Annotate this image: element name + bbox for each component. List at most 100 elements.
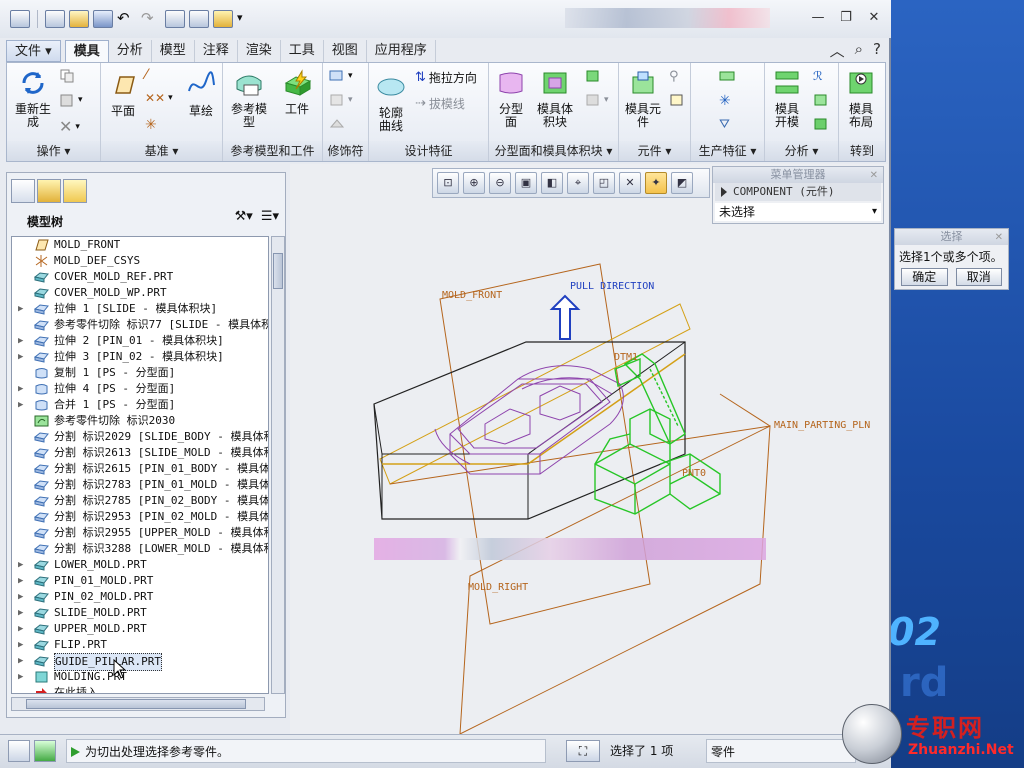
component-tool-2[interactable] xyxy=(669,93,685,107)
customize-icon[interactable]: ▾ xyxy=(237,10,257,28)
tree-item[interactable]: 分割 标识2785 [PIN_02_BODY - 模具体积 xyxy=(12,493,268,509)
tab-model[interactable]: 模型 xyxy=(152,40,195,62)
undo-icon[interactable]: ↶ xyxy=(117,10,137,28)
folder-browser-tab-icon[interactable] xyxy=(37,179,61,203)
repaint-icon[interactable]: ▣ xyxy=(515,172,537,194)
tree-item[interactable]: ▶ 拉伸 2 [PIN_01 - 模具体积块] xyxy=(12,333,268,349)
tree-item[interactable]: ▶ LOWER_MOLD.PRT xyxy=(12,557,268,573)
cancel-button[interactable]: 取消 xyxy=(955,268,1002,286)
csys-button[interactable]: ✳ xyxy=(145,117,157,133)
expand-arrow-icon[interactable]: ▶ xyxy=(18,605,28,621)
expand-arrow-icon[interactable]: ▶ xyxy=(18,669,28,685)
mold-component-button[interactable]: 模具元 件 xyxy=(621,69,665,129)
regenerate-button[interactable]: 重新生 成 xyxy=(11,69,55,129)
plane-button[interactable]: 平面 xyxy=(103,71,143,118)
group-label-production[interactable]: 生产特征 ▾ xyxy=(691,141,764,161)
close-button[interactable]: ✕ xyxy=(867,10,881,25)
tree-item[interactable]: MOLD_DEF_CSYS xyxy=(12,253,268,269)
expand-arrow-icon[interactable]: ▶ xyxy=(18,381,28,397)
graphics-window[interactable]: MOLD_FRONT PULL DIRECTION DTM1 MAIN_PART… xyxy=(290,164,888,734)
tree-item[interactable]: ▶ SLIDE_MOLD.PRT xyxy=(12,605,268,621)
group-label-components[interactable]: 元件 ▾ xyxy=(619,141,690,161)
expand-arrow-icon[interactable]: ▶ xyxy=(18,333,28,349)
expand-arrow-icon[interactable]: ▶ xyxy=(18,349,28,365)
tree-item[interactable]: 复制 1 [PS - 分型面] xyxy=(12,365,268,381)
tree-item[interactable]: COVER_MOLD_WP.PRT xyxy=(12,285,268,301)
tree-item[interactable]: 分割 标识2615 [PIN_01_BODY - 模具体积 xyxy=(12,461,268,477)
tab-render[interactable]: 渲染 xyxy=(238,40,281,62)
ok-button[interactable]: 确定 xyxy=(901,268,948,286)
favorites-tab-icon[interactable] xyxy=(63,179,87,203)
spin-center-icon[interactable]: ✦ xyxy=(645,172,667,194)
windows-icon[interactable] xyxy=(189,10,209,28)
expand-arrow-icon[interactable]: ▶ xyxy=(18,557,28,573)
tree-item[interactable]: ▶ MOLDING.PRT xyxy=(12,669,268,685)
expand-arrow-icon[interactable]: ▶ xyxy=(18,589,28,605)
tab-applications[interactable]: 应用程序 xyxy=(367,40,436,62)
group-label-design-features[interactable]: 设计特征 xyxy=(369,141,488,161)
delete-button[interactable]: ✕ ▾ xyxy=(59,117,80,136)
expand-arrow-icon[interactable]: ▶ xyxy=(18,301,28,317)
production-tool-1[interactable] xyxy=(719,69,735,83)
tree-item[interactable]: MOLD_FRONT xyxy=(12,237,268,253)
browser-toggle-icon[interactable] xyxy=(34,740,56,762)
tree-item[interactable]: 分割 标识2029 [SLIDE_BODY - 模具体积 xyxy=(12,429,268,445)
tree-item[interactable]: ▶ 拉伸 3 [PIN_02 - 模具体积块] xyxy=(12,349,268,365)
saved-orientations-icon[interactable]: ⌖ xyxy=(567,172,589,194)
display-style-icon[interactable]: ◧ xyxy=(541,172,563,194)
tree-item[interactable]: COVER_MOLD_REF.PRT xyxy=(12,269,268,285)
tree-item[interactable]: 分割 标识2613 [SLIDE_MOLD - 模具体积 xyxy=(12,445,268,461)
group-label-modifiers[interactable]: 修饰符 xyxy=(323,141,368,161)
save-icon[interactable] xyxy=(93,10,113,28)
expand-arrow-icon[interactable]: ▶ xyxy=(18,653,28,669)
draft-line-button[interactable]: ⇢ 拔模线 xyxy=(415,95,465,112)
analysis-tool-2[interactable] xyxy=(813,93,829,107)
expand-arrow-icon[interactable]: ▶ xyxy=(18,621,28,637)
production-tool-2[interactable]: ✳ xyxy=(719,93,731,109)
new-icon[interactable] xyxy=(45,10,65,28)
mold-model-view[interactable]: MOLD_FRONT PULL DIRECTION DTM1 MAIN_PART… xyxy=(290,164,888,734)
tab-annotate[interactable]: 注释 xyxy=(195,40,238,62)
tree-item[interactable]: 在此插入 xyxy=(12,685,268,693)
copy-button[interactable] xyxy=(59,69,75,83)
modifier-button-1[interactable]: ▾ xyxy=(329,69,353,83)
zoom-in-icon[interactable]: ⊕ xyxy=(463,172,485,194)
help-icon[interactable]: ? xyxy=(873,40,881,61)
mold-volume-button[interactable]: 模具体 积块 xyxy=(533,69,577,129)
production-tool-3[interactable]: ⛛ xyxy=(719,117,730,132)
modifier-button-2[interactable]: ▾ xyxy=(329,93,353,107)
horizontal-scrollbar[interactable] xyxy=(11,697,265,711)
close-icon[interactable]: ✕ xyxy=(870,168,878,184)
tree-item[interactable]: 分割 标识2953 [PIN_02_MOLD - 模具体积 xyxy=(12,509,268,525)
group-label-goto[interactable]: 转到 xyxy=(839,141,885,161)
drag-direction-button[interactable]: ⇅ 拖拉方向 xyxy=(415,69,477,86)
tab-mold[interactable]: 模具 xyxy=(64,40,109,62)
paste-button[interactable]: ▾ xyxy=(59,93,83,107)
tree-item[interactable]: ▶ GUIDE_PILLAR.PRT xyxy=(12,653,268,671)
regenerate-icon[interactable] xyxy=(165,10,185,28)
group-label-analysis[interactable]: 分析 ▾ xyxy=(765,141,838,161)
tree-item[interactable]: 分割 标识3288 [LOWER_MOLD - 模具体积 xyxy=(12,541,268,557)
volume-tool-1[interactable] xyxy=(585,69,601,83)
restore-button[interactable]: ❐ xyxy=(839,10,853,25)
menu-manager-select[interactable]: 未选择 xyxy=(715,203,881,221)
expand-arrow-icon[interactable]: ▶ xyxy=(18,397,28,413)
tab-analysis[interactable]: 分析 xyxy=(109,40,152,62)
mold-layout-button[interactable]: 模具 布局 xyxy=(841,69,881,129)
search-icon[interactable]: ⌕ xyxy=(855,40,863,61)
datum-display-icon[interactable]: ✕ xyxy=(619,172,641,194)
analysis-tool-1[interactable]: ℛ xyxy=(813,69,823,83)
sketch-button[interactable]: 草绘 xyxy=(181,71,221,118)
tree-item[interactable]: 分割 标识2955 [UPPER_MOLD - 模具体积 xyxy=(12,525,268,541)
navigator-toggle-icon[interactable] xyxy=(8,740,30,762)
point-button[interactable]: ✕✕ ▾ xyxy=(145,91,173,105)
vertical-scrollbar[interactable] xyxy=(271,236,285,694)
component-tool-1[interactable]: ⚲ xyxy=(669,69,679,84)
tree-item[interactable]: 参考零件切除 标识77 [SLIDE - 模具体积 xyxy=(12,317,268,333)
volume-tool-2[interactable]: ▾ xyxy=(585,93,609,107)
close-icon[interactable]: ✕ xyxy=(995,230,1003,246)
scroll-thumb[interactable] xyxy=(273,253,283,289)
selection-filter[interactable]: 零件 xyxy=(706,739,856,763)
contour-curve-button[interactable]: 轮廓 曲线 xyxy=(371,73,411,133)
view-manager-icon[interactable]: ◰ xyxy=(593,172,615,194)
